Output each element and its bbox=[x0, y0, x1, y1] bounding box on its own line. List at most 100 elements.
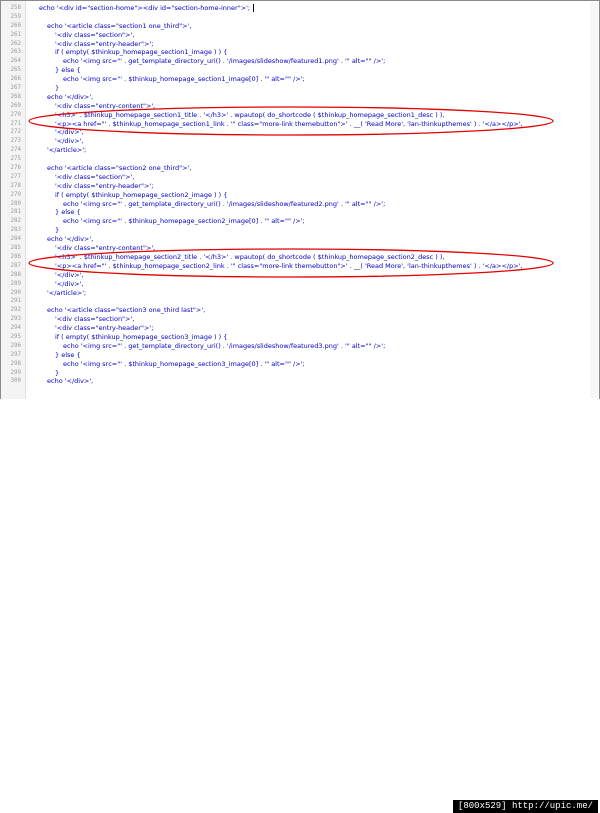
line-number: 271 bbox=[10, 120, 21, 127]
code-line[interactable]: 297} else { bbox=[1, 351, 599, 360]
code-line[interactable]: 259 bbox=[1, 13, 599, 22]
code-text: '<div class="entry-content">', bbox=[55, 101, 156, 110]
code-line[interactable]: 293 '<div class="section">', bbox=[1, 315, 599, 324]
code-text: '<div class="entry-header">'; bbox=[55, 324, 154, 333]
line-number: 300 bbox=[10, 378, 21, 385]
line-number: 288 bbox=[10, 271, 21, 278]
line-number: 266 bbox=[10, 76, 21, 83]
line-number: 283 bbox=[10, 227, 21, 234]
code-line[interactable]: 283} bbox=[1, 226, 599, 235]
code-line[interactable]: 267} bbox=[1, 84, 599, 93]
code-text: echo '</div>', bbox=[47, 377, 94, 386]
code-line[interactable]: 299} bbox=[1, 369, 599, 378]
line-number: 299 bbox=[10, 369, 21, 376]
line-number: 281 bbox=[10, 209, 21, 216]
code-line[interactable]: 296 echo '<img src="' . get_template_dire… bbox=[1, 342, 599, 351]
code-text: } bbox=[55, 368, 60, 377]
code-line[interactable]: 280 echo '<img src="' . get_template_dire… bbox=[1, 200, 599, 209]
code-line[interactable]: 263 if ( empty( $thinkup_homepage_section… bbox=[1, 48, 599, 57]
line-number: 259 bbox=[10, 13, 21, 20]
code-line[interactable]: 284 echo '</div>', bbox=[1, 235, 599, 244]
code-text: } bbox=[55, 84, 60, 93]
line-number: 290 bbox=[10, 289, 21, 296]
code-line[interactable]: 277 '<div class="section">', bbox=[1, 173, 599, 182]
code-text: echo '<img src="' . get_template_directo… bbox=[63, 199, 386, 208]
code-line[interactable]: 298 echo '<img src="' . $thinkup_homepage… bbox=[1, 360, 599, 369]
code-text: echo '<img src="' . get_template_directo… bbox=[63, 57, 386, 66]
code-text: echo '<img src="' . $thinkup_homepage_se… bbox=[63, 359, 305, 368]
code-text: } else { bbox=[55, 208, 81, 217]
code-text: '<div class="entry-content">', bbox=[55, 244, 156, 253]
code-line[interactable]: 268 echo '</div>', bbox=[1, 93, 599, 102]
code-line[interactable]: 264 echo '<img src="' . get_template_dire… bbox=[1, 57, 599, 66]
code-line[interactable]: 287 '<p><a href="' . $thinkup_homepage_se… bbox=[1, 262, 599, 271]
code-text: '<div class="section">', bbox=[55, 315, 135, 324]
code-text: '<p><a href="' . $thinkup_homepage_secti… bbox=[55, 261, 523, 270]
line-number: 273 bbox=[10, 138, 21, 145]
line-number: 277 bbox=[10, 173, 21, 180]
code-text: if ( empty( $thinkup_homepage_section3_i… bbox=[55, 332, 228, 341]
code-line[interactable]: 275 bbox=[1, 155, 599, 164]
code-editor-window: 258 echo '<div id="section-home"><div id=… bbox=[0, 0, 600, 400]
code-line[interactable]: 289 '</div>', bbox=[1, 280, 599, 289]
code-line[interactable]: 272 '</div>', bbox=[1, 128, 599, 137]
line-number: 265 bbox=[10, 67, 21, 74]
line-number: 282 bbox=[10, 218, 21, 225]
line-number: 292 bbox=[10, 307, 21, 314]
code-line[interactable]: 258 echo '<div id="section-home"><div id=… bbox=[1, 4, 599, 13]
line-number: 272 bbox=[10, 129, 21, 136]
line-number: 287 bbox=[10, 262, 21, 269]
code-line[interactable]: 276 echo '<article class="section2 one_th… bbox=[1, 164, 599, 173]
code-line[interactable]: 295 if ( empty( $thinkup_homepage_section… bbox=[1, 333, 599, 342]
code-line[interactable]: 265} else { bbox=[1, 66, 599, 75]
line-number: 275 bbox=[10, 156, 21, 163]
code-text: if ( empty( $thinkup_homepage_section2_i… bbox=[55, 190, 228, 199]
line-number: 276 bbox=[10, 165, 21, 172]
code-text: echo '<div id="section-home"><div id="se… bbox=[39, 4, 251, 12]
line-number: 297 bbox=[10, 351, 21, 358]
code-line[interactable]: 291 bbox=[1, 297, 599, 306]
code-text: '</article>'; bbox=[47, 288, 87, 297]
line-number: 261 bbox=[10, 31, 21, 38]
line-number: 263 bbox=[10, 49, 21, 56]
code-line[interactable]: 266 echo '<img src="' . $thinkup_homepage… bbox=[1, 75, 599, 84]
image-footer: [800x529] http://upic.me/ bbox=[0, 399, 600, 813]
code-line[interactable]: 273 '</div>', bbox=[1, 137, 599, 146]
watermark-label: [800x529] http://upic.me/ bbox=[452, 800, 598, 813]
code-line[interactable]: 274 '</article>'; bbox=[1, 146, 599, 155]
code-line[interactable]: 262 '<div class="entry-header">'; bbox=[1, 40, 599, 49]
code-line[interactable]: 260 echo '<article class="section1 one_th… bbox=[1, 22, 599, 31]
code-line[interactable]: 279 if ( empty( $thinkup_homepage_section… bbox=[1, 191, 599, 200]
line-number: 270 bbox=[10, 111, 21, 118]
line-number: 289 bbox=[10, 280, 21, 287]
line-number: 294 bbox=[10, 325, 21, 332]
code-text: '</div>', bbox=[55, 128, 84, 137]
code-text: echo '</div>', bbox=[47, 235, 94, 244]
code-line[interactable]: 261 '<div class="section">', bbox=[1, 31, 599, 40]
line-number: 268 bbox=[10, 93, 21, 100]
line-number: 293 bbox=[10, 316, 21, 323]
code-editor[interactable]: 258 echo '<div id="section-home"><div id=… bbox=[1, 4, 599, 386]
code-line[interactable]: 282 echo '<img src="' . $thinkup_homepage… bbox=[1, 217, 599, 226]
code-line[interactable]: 285 '<div class="entry-content">', bbox=[1, 244, 599, 253]
code-text: echo '<article class="section1 one_third… bbox=[47, 21, 192, 30]
code-text: '</div>', bbox=[55, 270, 84, 279]
text-cursor bbox=[253, 4, 254, 12]
code-line[interactable]: 269 '<div class="entry-content">', bbox=[1, 102, 599, 111]
code-line[interactable]: 300 echo '</div>', bbox=[1, 377, 599, 386]
code-text: '<div class="section">', bbox=[55, 172, 135, 181]
line-number: 291 bbox=[10, 298, 21, 305]
code-text: '</article>'; bbox=[47, 146, 87, 155]
code-line[interactable]: 286 '<h3>' . $thinkup_homepage_section2_t… bbox=[1, 253, 599, 262]
code-line[interactable]: 271 '<p><a href="' . $thinkup_homepage_se… bbox=[1, 120, 599, 129]
line-number: 269 bbox=[10, 102, 21, 109]
code-line[interactable]: 294 '<div class="entry-header">'; bbox=[1, 324, 599, 333]
code-line[interactable]: 278 '<div class="entry-header">'; bbox=[1, 182, 599, 191]
line-number: 298 bbox=[10, 360, 21, 367]
vertical-scrollbar[interactable] bbox=[590, 2, 598, 398]
code-line[interactable]: 292 echo '<article class="section3 one_th… bbox=[1, 306, 599, 315]
code-line[interactable]: 288 '</div>', bbox=[1, 271, 599, 280]
code-line[interactable]: 270 '<h3>' . $thinkup_homepage_section1_t… bbox=[1, 111, 599, 120]
code-line[interactable]: 281 } else { bbox=[1, 208, 599, 217]
code-line[interactable]: 290 '</article>'; bbox=[1, 289, 599, 298]
